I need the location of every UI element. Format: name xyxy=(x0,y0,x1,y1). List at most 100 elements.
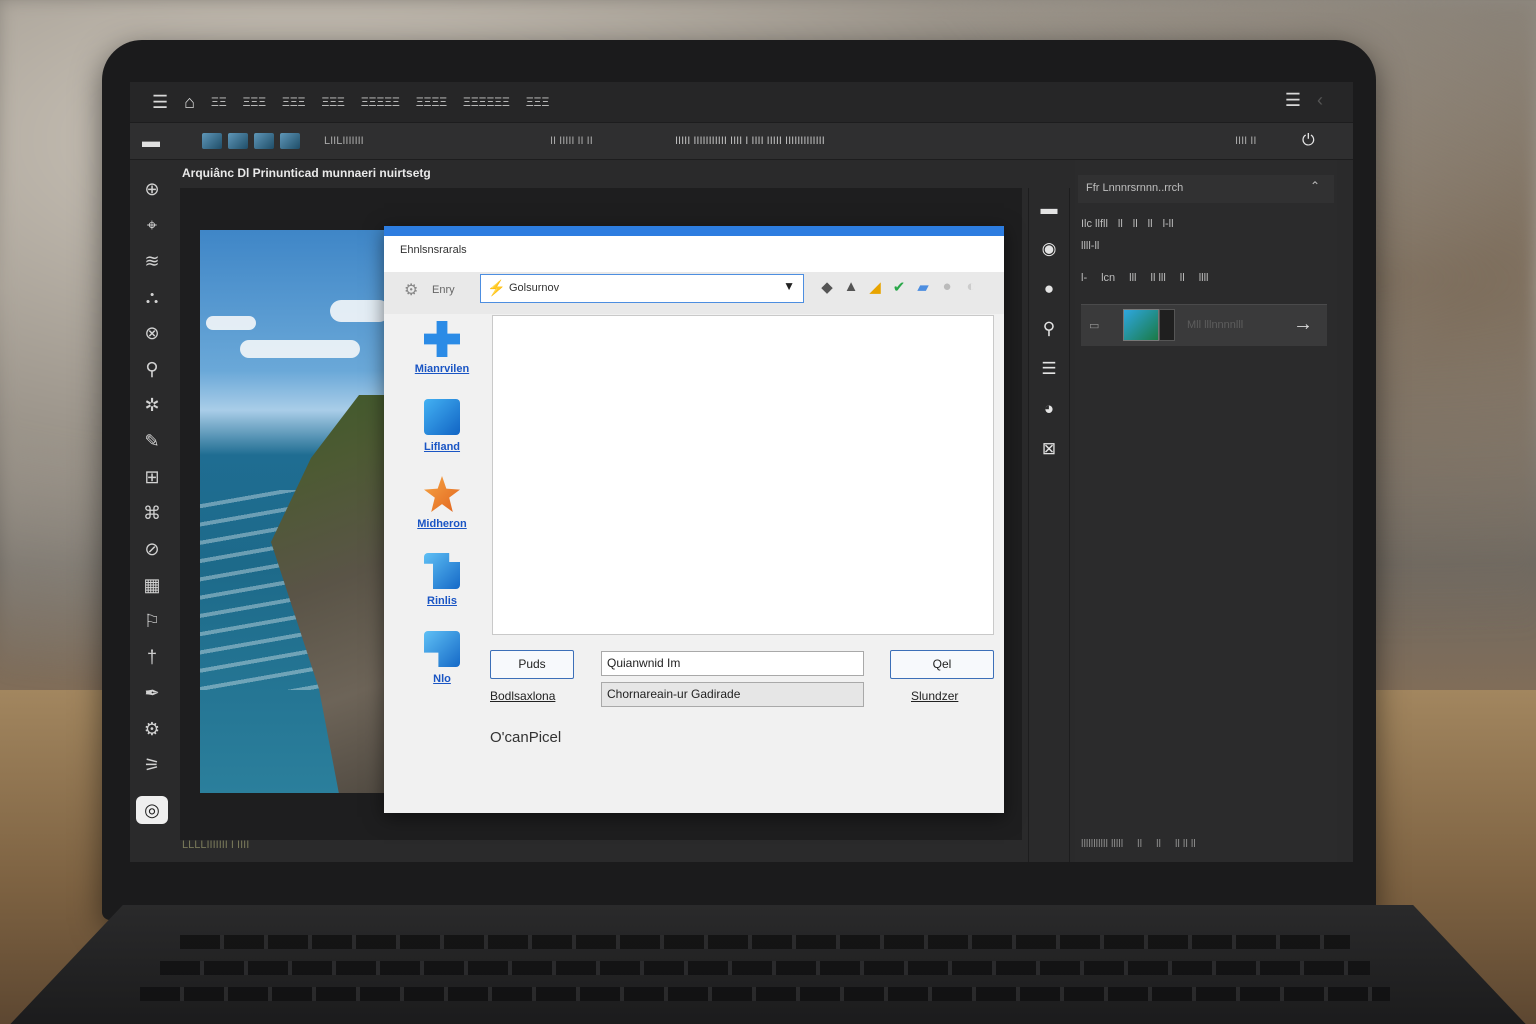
magic-wand-icon[interactable]: ⛬ xyxy=(139,286,165,309)
dodge-tool-icon[interactable]: † xyxy=(139,646,165,669)
panel-control[interactable]: llll-ll xyxy=(1081,240,1099,252)
properties-icon[interactable]: ☰ xyxy=(1038,358,1060,380)
menu-bar: ☰ ⌂ ΞΞ ΞΞΞ ΞΞΞ ΞΞΞ ΞΞΞΞΞ ΞΞΞΞ ΞΞΞΞΞΞ ΞΞΞ… xyxy=(130,82,1353,122)
place-item[interactable]: Midheron xyxy=(402,476,482,530)
menu-item[interactable]: ΞΞ xyxy=(211,95,227,109)
eyedropper-icon[interactable]: ⚲ xyxy=(139,358,165,381)
footer-item[interactable]: ll ll ll xyxy=(1175,838,1196,850)
new-folder-icon[interactable]: ◢ xyxy=(866,278,884,296)
options-bar: ▬ LIILIIIIIII II IIIII II II IIIII IIIII… xyxy=(130,122,1353,160)
layer-option[interactable]: ll lll xyxy=(1151,272,1166,284)
libraries-icon xyxy=(424,476,460,512)
panel-icon-strip: ▬ ◉ ● ⚲ ☰ ◕ ⊠ xyxy=(1028,188,1070,862)
menu-item[interactable]: ΞΞΞΞΞΞ xyxy=(463,95,510,109)
layers-icon[interactable]: ▬ xyxy=(1038,198,1060,220)
footer-item[interactable]: lllllllllll lllll xyxy=(1081,838,1123,850)
brush-tool-icon[interactable]: ✎ xyxy=(139,430,165,453)
footer-item[interactable]: ll xyxy=(1156,838,1161,850)
back-icon[interactable]: ‹ xyxy=(1317,90,1323,111)
back-icon[interactable]: ◆ xyxy=(818,278,836,296)
dialog-nav-tools: ◆ ▲ ◢ ✔ ▰ ● ◐ xyxy=(818,278,980,296)
pen-tool-icon[interactable]: ✒ xyxy=(139,682,165,705)
panel-control[interactable]: ll xyxy=(1148,218,1153,230)
layer-option[interactable]: l- xyxy=(1081,272,1087,284)
healing-brush-icon[interactable]: ✲ xyxy=(139,394,165,417)
blur-tool-icon[interactable]: ⚐ xyxy=(139,610,165,633)
menu-item[interactable]: ΞΞΞ xyxy=(282,95,305,109)
marquee-tool-icon[interactable]: ⌖ xyxy=(139,214,165,237)
panel-control[interactable]: Ilc llfll xyxy=(1081,218,1108,230)
visibility-icon[interactable]: ▭ xyxy=(1089,319,1099,332)
details-icon[interactable]: ▰ xyxy=(914,278,932,296)
text-tool-icon[interactable]: ⚙ xyxy=(139,718,165,741)
menu-item[interactable]: ΞΞΞΞΞ xyxy=(361,95,400,109)
document-tab[interactable]: Arquiânc Dl Prinunticad munnaeri nuirtse… xyxy=(182,166,431,180)
layer-option[interactable]: llll xyxy=(1199,272,1209,284)
open-button[interactable]: Qel xyxy=(890,650,994,679)
help-icon[interactable]: ◐ xyxy=(962,278,980,296)
layer-option[interactable]: lll xyxy=(1129,272,1136,284)
place-item[interactable]: Lifland xyxy=(402,399,482,453)
up-folder-icon[interactable]: ▲ xyxy=(842,278,860,296)
menu-item[interactable]: ΞΞΞ xyxy=(321,95,344,109)
shape-tool-icon[interactable]: ⚞ xyxy=(139,754,165,777)
place-item[interactable]: Mianrvilen xyxy=(402,321,482,375)
menu-item[interactable]: ΞΞΞ xyxy=(526,95,549,109)
panel-header: Ffr Lnnnrsrnnn..rrch ⌃ xyxy=(1078,175,1334,203)
stamp-tool-icon[interactable]: ⊞ xyxy=(139,466,165,489)
file-type-select[interactable]: Chornareain-ur Gadirade xyxy=(601,682,864,707)
refresh-icon[interactable]: ● xyxy=(938,278,956,296)
gradient-tool-icon[interactable]: ▦ xyxy=(139,574,165,597)
panel-control[interactable]: l-ll xyxy=(1163,218,1174,230)
place-item[interactable]: Nlo xyxy=(402,631,482,685)
move-tool-icon[interactable]: ⊕ xyxy=(139,178,165,201)
layer-option[interactable]: ll xyxy=(1180,272,1185,284)
cancel-link[interactable]: Slundzer xyxy=(911,689,958,703)
app-menu-icon[interactable]: ☰ xyxy=(152,92,168,113)
view-menu-icon[interactable]: ✔ xyxy=(890,278,908,296)
look-in-dropdown[interactable]: ⚡ Golsurnov ▼ xyxy=(480,274,804,303)
place-label: Midheron xyxy=(417,518,467,530)
layer-thumbnail xyxy=(1123,309,1159,341)
history-icon[interactable]: ⊠ xyxy=(1038,438,1060,460)
crop-tool-icon[interactable]: ⊗ xyxy=(139,322,165,345)
search-icon[interactable]: ◉ xyxy=(1038,238,1060,260)
file-list[interactable] xyxy=(492,315,994,635)
file-name-field[interactable]: Quianwnid Im xyxy=(601,651,864,676)
eraser-tool-icon[interactable]: ⊘ xyxy=(139,538,165,561)
hand-tool-icon[interactable]: ◎ xyxy=(136,796,168,824)
panel-control[interactable]: ll xyxy=(1133,218,1138,230)
layer-row[interactable]: ▭ Mll lllnnnnlll → xyxy=(1081,304,1327,346)
menu-item[interactable]: ΞΞΞ xyxy=(243,95,266,109)
panel-control[interactable]: ll xyxy=(1118,218,1123,230)
footer-item[interactable]: ll xyxy=(1137,838,1142,850)
history-brush-icon[interactable]: ⌘ xyxy=(139,502,165,525)
status-bar-text: LLLLIIIIIII I IIII xyxy=(182,839,250,851)
home-icon[interactable]: ⌂ xyxy=(184,92,195,113)
option-text: IIII II xyxy=(1235,135,1257,147)
adjustments-icon[interactable]: ⚲ xyxy=(1038,318,1060,340)
tool-presets[interactable] xyxy=(202,133,300,149)
options-menu-icon[interactable]: ▬ xyxy=(142,131,182,152)
open-file-dialog: Ehnlsnsrarals ⚙ Enry ⚡ Golsurnov ▼ ◆ ▲ ◢… xyxy=(384,226,1004,813)
tools-panel: ⊕ ⌖ ≋ ⛬ ⊗ ⚲ ✲ ✎ ⊞ ⌘ ⊘ ▦ ⚐ † ✒ ⚙ ⚞ ◎ xyxy=(130,160,174,862)
menu-item[interactable]: ΞΞΞΞ xyxy=(416,95,447,109)
canvas-image xyxy=(200,230,390,793)
option-text: II IIIII II II xyxy=(550,135,593,147)
places-button[interactable]: Puds xyxy=(490,650,574,679)
network-icon xyxy=(424,631,460,667)
power-icon[interactable]: ⏻ xyxy=(1302,132,1315,150)
preview-label: O'canPicel xyxy=(490,729,562,746)
dialog-title: Ehnlsnsrarals xyxy=(400,244,467,256)
options-link[interactable]: Bodlsaxlona xyxy=(490,689,555,703)
lasso-tool-icon[interactable]: ≋ xyxy=(139,250,165,273)
color-icon[interactable]: ● xyxy=(1038,278,1060,300)
workspace-icon[interactable]: ☰ xyxy=(1285,90,1301,111)
layer-option[interactable]: lcn xyxy=(1101,272,1115,284)
info-icon[interactable]: ◕ xyxy=(1038,398,1060,420)
layer-mask-thumbnail xyxy=(1159,309,1175,341)
place-item[interactable]: Rinlis xyxy=(402,553,482,607)
chevron-down-icon[interactable]: ▼ xyxy=(783,279,795,293)
collapse-icon[interactable]: ⌃ xyxy=(1310,179,1320,193)
arrow-right-icon[interactable]: → xyxy=(1293,313,1313,336)
